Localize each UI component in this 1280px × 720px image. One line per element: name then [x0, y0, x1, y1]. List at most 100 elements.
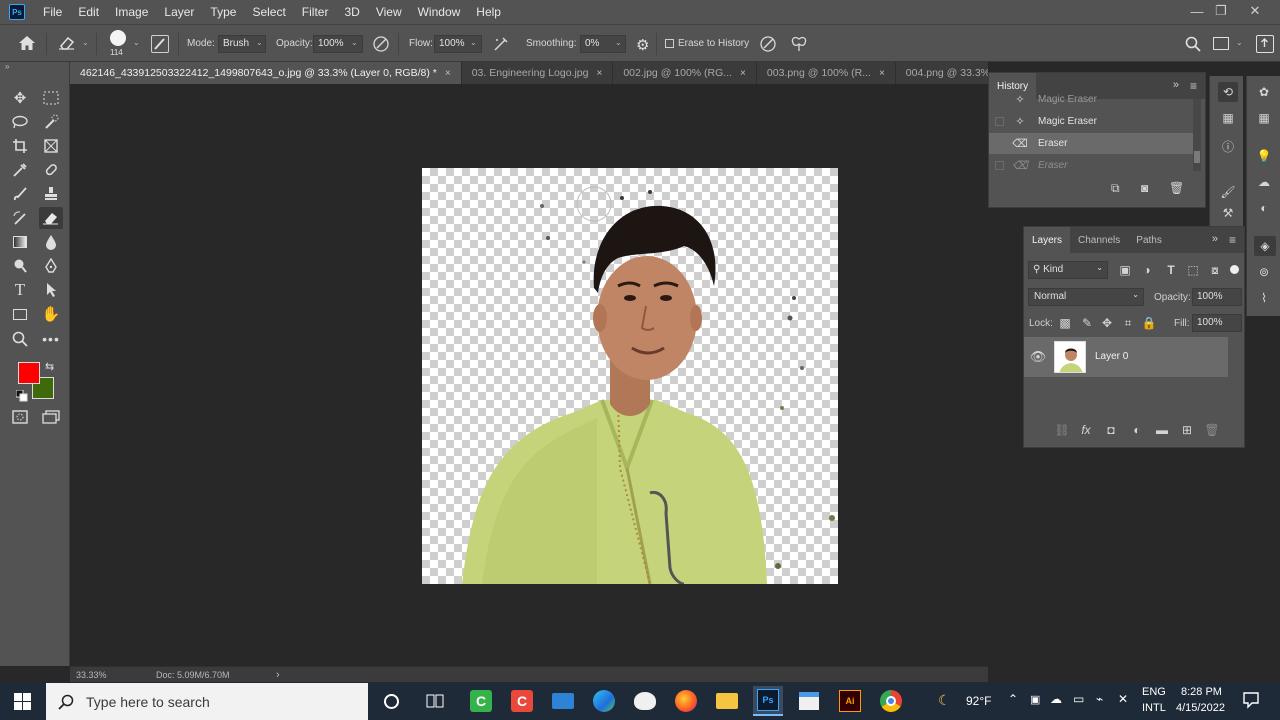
adjustment-layer-icon[interactable]: ◐ — [1129, 423, 1145, 437]
search-icon[interactable] — [1185, 36, 1201, 52]
menu-type[interactable]: Type — [202, 5, 244, 19]
zoom-level[interactable]: 33.33% — [76, 670, 107, 680]
path-selection-tool-icon[interactable] — [39, 279, 63, 301]
info-icon[interactable]: ⓘ — [1218, 136, 1238, 156]
onedrive-cloud-icon[interactable]: ☁ — [1050, 692, 1062, 706]
libraries-icon[interactable]: ☁ — [1254, 172, 1274, 192]
close-tab-icon[interactable]: × — [596, 68, 602, 79]
document-tab[interactable]: 002.jpg @ 100% (RG... × — [613, 62, 757, 84]
new-group-folder-icon[interactable]: ▬ — [1154, 423, 1170, 437]
filter-pixel-icon[interactable]: ▣ — [1118, 263, 1132, 277]
edge-browser-icon[interactable] — [589, 686, 619, 716]
canvas-area[interactable] — [70, 84, 988, 666]
chevron-down-icon[interactable]: ⌄ — [615, 38, 625, 48]
panel-menu-icon[interactable]: ≡ — [1190, 79, 1197, 93]
gradient-tool-icon[interactable] — [8, 231, 32, 253]
weather-moon-icon[interactable]: ☾ — [938, 692, 951, 709]
layers-panel-icon[interactable]: ◈ — [1254, 236, 1276, 256]
collapse-toolbar-icon[interactable]: » — [5, 62, 65, 71]
swap-colors-icon[interactable]: ⇆ — [45, 360, 54, 373]
layer-row[interactable]: 👁 Layer 0 — [1024, 337, 1228, 377]
move-tool-icon[interactable]: ✥ — [8, 87, 32, 109]
quick-selection-tool-icon[interactable] — [39, 111, 63, 133]
filter-shape-icon[interactable]: ⬚ — [1186, 263, 1200, 277]
paint-app-icon[interactable] — [630, 686, 660, 716]
screen-mode-icon[interactable] — [39, 406, 63, 428]
cortana-icon[interactable] — [376, 686, 406, 716]
add-mask-icon[interactable]: ◘ — [1103, 423, 1119, 437]
document-tab[interactable]: 03. Engineering Logo.jpg × — [462, 62, 614, 84]
store-app-icon[interactable] — [794, 686, 824, 716]
learn-bulb-icon[interactable]: 💡 — [1254, 146, 1274, 166]
volume-muted-icon[interactable]: ✕ — [1118, 692, 1128, 706]
chevron-down-icon[interactable]: ⌄ — [470, 38, 480, 48]
menu-image[interactable]: Image — [107, 5, 156, 19]
chevron-down-icon[interactable]: ⌄ — [82, 38, 92, 48]
delete-layer-icon[interactable]: 🗑 — [1204, 423, 1220, 437]
clock-time[interactable]: 8:28 PM — [1181, 686, 1222, 698]
eyedropper-tool-icon[interactable] — [8, 159, 32, 181]
document-tab[interactable]: 003.png @ 100% (R... × — [757, 62, 896, 84]
history-source-checkbox[interactable] — [995, 161, 1004, 170]
chevron-down-icon[interactable]: ⌄ — [256, 38, 266, 48]
paths-icon[interactable]: ⌇ — [1254, 288, 1274, 308]
lock-transparent-pixels-icon[interactable]: ▩ — [1058, 316, 1072, 330]
link-layers-icon[interactable]: ⛓ — [1054, 423, 1070, 437]
collapse-panel-icon[interactable]: » — [1173, 79, 1179, 91]
new-layer-icon[interactable]: ⊞ — [1179, 423, 1195, 437]
language-indicator[interactable]: ENG — [1142, 686, 1166, 698]
swatches-icon[interactable]: ▦ — [1254, 108, 1274, 128]
firefox-browser-icon[interactable] — [671, 686, 701, 716]
collapse-panel-icon[interactable]: » — [1212, 233, 1218, 245]
clock-date[interactable]: 4/15/2022 — [1176, 702, 1225, 714]
chrome-browser-icon[interactable] — [876, 686, 906, 716]
lock-image-pixels-icon[interactable]: ✎ — [1080, 316, 1094, 330]
chevron-down-icon[interactable]: ⌄ — [1236, 38, 1246, 48]
new-document-from-state-icon[interactable]: ⧉ — [1111, 181, 1120, 196]
close-tab-icon[interactable]: × — [445, 68, 451, 79]
more-tools-icon[interactable]: ••• — [39, 328, 63, 350]
menu-layer[interactable]: Layer — [156, 5, 202, 19]
meet-now-icon[interactable]: ▣ — [1030, 693, 1040, 706]
show-hidden-icons-chevron-icon[interactable]: ⌃ — [1008, 692, 1018, 706]
eye-visibility-icon[interactable]: 👁 — [1030, 349, 1047, 365]
windows-start-icon[interactable] — [14, 693, 31, 710]
blend-mode-select[interactable]: Normal ⌄ — [1028, 288, 1144, 306]
history-source-checkbox[interactable] — [995, 117, 1004, 126]
quick-mask-icon[interactable] — [8, 406, 32, 428]
foreground-color-swatch[interactable] — [18, 362, 40, 384]
restore-button[interactable]: ❐ — [1206, 0, 1236, 22]
eraser-tool-icon[interactable] — [39, 207, 63, 229]
history-state[interactable]: ✧ Magic Eraser — [989, 93, 1193, 106]
brushes-icon[interactable]: 🖌 — [1218, 182, 1238, 202]
camera-icon[interactable]: ◙ — [1141, 181, 1148, 195]
document-canvas[interactable] — [422, 168, 838, 584]
gear-icon[interactable]: ⚙ — [636, 36, 649, 54]
history-state-selected[interactable]: ⌫ Eraser — [989, 133, 1193, 154]
file-explorer-icon[interactable] — [712, 686, 742, 716]
pressure-size-icon[interactable] — [759, 35, 777, 53]
history-state-undone[interactable]: ⌫ Eraser — [989, 155, 1193, 176]
taskbar-search-box[interactable]: Type here to search — [46, 683, 368, 720]
symmetry-butterfly-icon[interactable] — [790, 35, 808, 53]
tab-layers[interactable]: Layers — [1024, 227, 1071, 253]
brush-tool-icon[interactable] — [8, 183, 32, 205]
keyboard-layout-indicator[interactable]: INTL — [1142, 702, 1166, 714]
document-tab[interactable]: 462146_433912503322412_1499807643_o.jpg … — [70, 62, 462, 84]
grid-icon[interactable]: ▦ — [1218, 108, 1238, 128]
trash-icon[interactable]: 🗑 — [1169, 181, 1184, 195]
task-view-icon[interactable] — [420, 686, 450, 716]
document-tab[interactable]: 004.png @ 33.3% — [896, 62, 988, 84]
brush-settings-icon[interactable] — [151, 35, 169, 53]
default-colors-icon[interactable] — [16, 390, 28, 402]
pressure-opacity-icon[interactable] — [372, 35, 390, 53]
pen-tool-icon[interactable] — [39, 255, 63, 277]
menu-filter[interactable]: Filter — [294, 5, 337, 19]
menu-edit[interactable]: Edit — [70, 5, 107, 19]
history-source-checkbox[interactable] — [995, 139, 1004, 148]
filter-type-icon[interactable]: T — [1164, 263, 1178, 277]
filter-adjustment-icon[interactable]: ◑ — [1140, 263, 1154, 277]
menu-file[interactable]: File — [35, 5, 70, 19]
photoshop-taskbar-icon[interactable]: Ps — [753, 686, 783, 716]
history-panel-icon[interactable]: ⟲ — [1218, 82, 1238, 102]
